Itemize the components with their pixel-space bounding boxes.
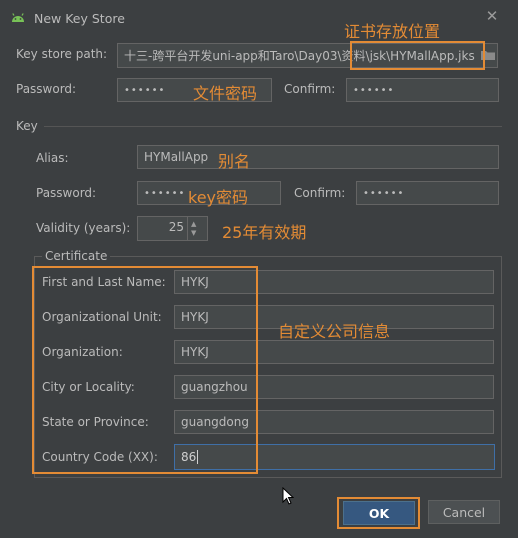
- alias-input[interactable]: HYMallApp: [137, 145, 499, 169]
- keystore-password-label: Password:: [16, 82, 77, 96]
- key-store-path-label: Key store path:: [16, 47, 108, 61]
- annotation-file-password: 文件密码: [193, 84, 258, 103]
- annotation-alias: 别名: [218, 152, 251, 171]
- keystore-confirm-label: Confirm:: [284, 82, 336, 96]
- keystore-password-value: ••••••: [124, 84, 166, 96]
- annotation-company-info: 自定义公司信息: [278, 322, 391, 341]
- spinner-down-icon[interactable]: ▼: [191, 229, 196, 237]
- path-highlight-box: [350, 41, 485, 70]
- certificate-legend: Certificate: [42, 249, 111, 263]
- key-confirm-value: ••••••: [363, 187, 405, 199]
- keystore-confirm-value: ••••••: [353, 84, 395, 96]
- validity-spinner-divider: [187, 217, 188, 240]
- close-icon[interactable]: ✕: [484, 8, 500, 24]
- spinner-up-icon[interactable]: ▲: [191, 220, 196, 228]
- key-confirm-input[interactable]: ••••••: [356, 181, 499, 205]
- key-section-divider: [44, 126, 502, 127]
- alias-value: HYMallApp: [144, 150, 209, 164]
- key-password-label: Password:: [36, 186, 97, 200]
- key-confirm-label: Confirm:: [294, 186, 346, 200]
- annotation-key-password: key密码: [188, 188, 249, 207]
- keystore-confirm-input[interactable]: ••••••: [346, 78, 499, 102]
- certificate-highlight-box: [32, 266, 258, 474]
- key-section-label: Key: [16, 119, 38, 133]
- validity-label: Validity (years):: [36, 221, 131, 235]
- validity-value: 25: [168, 220, 184, 234]
- annotation-path: 证书存放位置: [344, 22, 441, 41]
- cancel-button[interactable]: Cancel: [428, 500, 500, 524]
- alias-label: Alias:: [36, 151, 69, 165]
- android-icon: [10, 10, 26, 24]
- annotation-validity: 25年有效期: [222, 223, 307, 242]
- mouse-cursor-icon: [282, 486, 295, 505]
- window-title: New Key Store: [34, 11, 125, 26]
- key-password-value: ••••••: [144, 187, 186, 199]
- ok-button[interactable]: OK: [343, 501, 415, 525]
